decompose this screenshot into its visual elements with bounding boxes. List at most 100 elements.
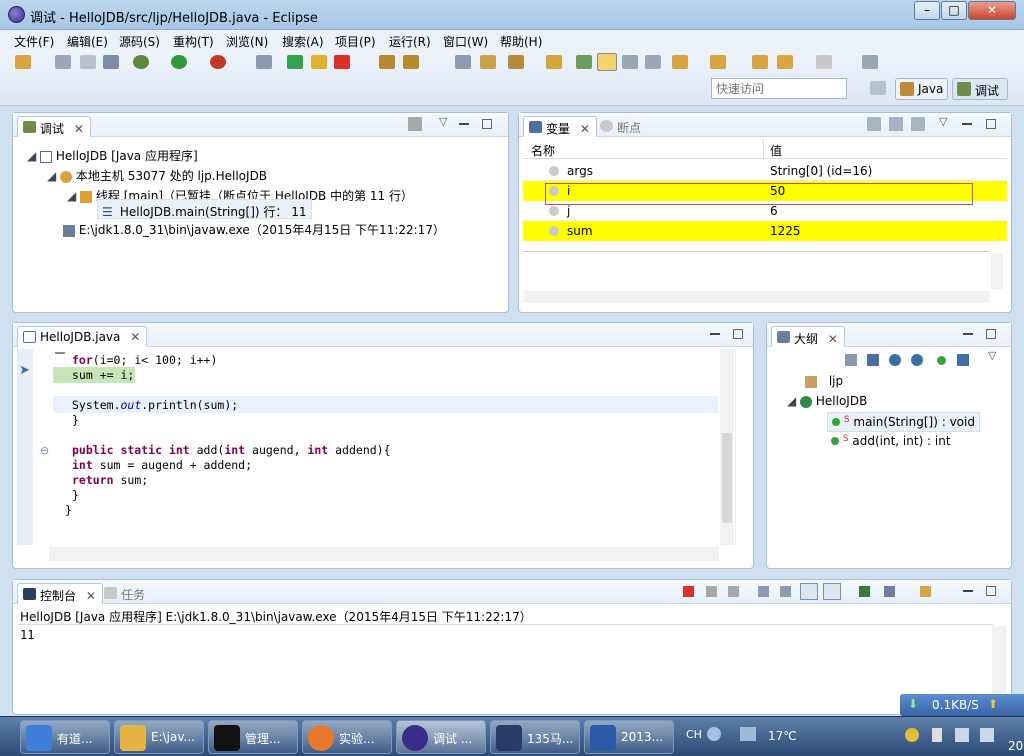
new-icon[interactable]: [15, 55, 31, 69]
block-selection-icon[interactable]: [622, 55, 638, 69]
run-icon[interactable]: [171, 55, 187, 69]
hide-local-types-icon[interactable]: [957, 354, 969, 366]
tab-debug[interactable]: 调试 ✕: [17, 116, 91, 137]
last-edit-location-icon[interactable]: [752, 55, 768, 69]
taskbar-word[interactable]: 2013...: [584, 720, 674, 754]
overview-ruler[interactable]: [735, 349, 749, 545]
view-menu-icon[interactable]: ▽: [988, 349, 996, 362]
menu-help[interactable]: 帮助(H): [500, 33, 542, 50]
code-line[interactable]: for(i=0; i< 100; i++): [72, 353, 217, 367]
tree-item-host[interactable]: ◢ 本地主机 53077 处的 ljp.HelloJDB: [47, 167, 267, 184]
save-all-icon[interactable]: [80, 55, 96, 69]
outline-item-method[interactable]: S add(int, int) : int: [831, 434, 951, 448]
print-icon[interactable]: [103, 55, 119, 69]
menu-source[interactable]: 源码(S): [119, 33, 160, 50]
pin-icon[interactable]: [862, 55, 878, 69]
resume-icon[interactable]: [287, 55, 303, 69]
step-over-icon[interactable]: [403, 55, 419, 69]
step-into-icon[interactable]: [379, 55, 395, 69]
network-speed-widget[interactable]: ⬇ 0.1KB/S ⬆: [900, 694, 1024, 716]
minimize-view-icon[interactable]: [963, 590, 973, 592]
taskbar-eclipse[interactable]: 调试 ...: [396, 720, 486, 754]
menu-window[interactable]: 窗口(W): [443, 33, 488, 50]
collapse-all-icon[interactable]: [889, 117, 903, 131]
menu-run[interactable]: 运行(R): [389, 33, 431, 50]
minimize-view-icon[interactable]: [459, 123, 469, 125]
code-line[interactable]: sum += i;: [72, 368, 134, 382]
detail-pane-divider[interactable]: [523, 251, 989, 252]
code-line[interactable]: }: [65, 503, 72, 517]
save-icon[interactable]: [55, 55, 71, 69]
column-header-value[interactable]: 值: [770, 142, 782, 159]
fold-icon[interactable]: ⊖: [40, 444, 49, 457]
menu-search[interactable]: 搜索(A): [282, 33, 324, 50]
clear-console-icon[interactable]: [758, 586, 769, 597]
close-icon[interactable]: ✕: [86, 589, 96, 603]
remove-launch-icon[interactable]: [706, 586, 717, 597]
minimize-view-icon[interactable]: [962, 123, 972, 125]
remove-terminated-icon[interactable]: [408, 117, 422, 131]
hide-static-icon[interactable]: [911, 354, 923, 366]
close-icon[interactable]: ✕: [580, 122, 590, 136]
ime-icon[interactable]: [707, 727, 721, 741]
weather-icon[interactable]: [740, 727, 756, 741]
taskbar-youdao[interactable]: 有道...: [20, 720, 110, 754]
use-step-filters-icon[interactable]: [480, 55, 496, 69]
column-header-name[interactable]: 名称: [531, 142, 555, 159]
open-console-icon[interactable]: [920, 586, 931, 597]
tab-console[interactable]: 控制台 ✕: [17, 583, 103, 604]
window-titlebar[interactable]: 调试 - HelloJDB/src/ljp/HelloJDB.java - Ec…: [0, 0, 1024, 30]
pin-console-icon[interactable]: [859, 586, 870, 597]
outline-item-method[interactable]: S main(String[]) : void: [827, 412, 980, 432]
search-icon[interactable]: [576, 55, 592, 69]
previous-annotation-icon[interactable]: [710, 55, 726, 69]
hide-fields-icon[interactable]: [889, 354, 901, 366]
scroll-thumb[interactable]: [722, 433, 732, 523]
remove-all-terminated-icon[interactable]: [728, 586, 739, 597]
tab-outline[interactable]: 大纲 ✕: [771, 326, 845, 347]
close-icon[interactable]: ✕: [74, 122, 84, 136]
show-whitespace-icon[interactable]: [645, 55, 661, 69]
editor-horizontal-scrollbar[interactable]: [49, 547, 719, 561]
qq-icon[interactable]: [905, 728, 919, 742]
close-button[interactable]: ✕: [968, 1, 1016, 20]
open-type-icon[interactable]: [508, 55, 524, 69]
clock[interactable]: 20: [1008, 739, 1023, 753]
minimize-view-icon[interactable]: [710, 333, 720, 335]
forward-icon[interactable]: [816, 55, 832, 69]
maximize-view-icon[interactable]: [482, 119, 492, 129]
sort-icon[interactable]: [867, 354, 879, 366]
taskbar-cmd[interactable]: 管理...: [208, 720, 298, 754]
menu-edit[interactable]: 编辑(E): [67, 33, 108, 50]
view-menu-icon[interactable]: ▽: [939, 115, 947, 128]
next-annotation-icon[interactable]: [672, 55, 688, 69]
taskbar-explorer[interactable]: E:\jav...: [114, 720, 204, 754]
hide-nonpublic-icon[interactable]: [937, 356, 946, 365]
perspective-java[interactable]: Java: [895, 78, 949, 100]
code-line[interactable]: public static int add(int augend, int ad…: [72, 443, 391, 457]
tab-variables[interactable]: 变量 ✕: [523, 116, 597, 137]
outline-item-package[interactable]: ljp: [805, 374, 843, 388]
table-row[interactable]: args String[0] (id=16): [523, 161, 1007, 181]
detail-horizontal-scrollbar[interactable]: [523, 291, 989, 303]
outline-item-class[interactable]: ◢ HelloJDB: [787, 394, 867, 408]
taskbar-135[interactable]: 135马...: [490, 720, 580, 754]
open-folder-icon[interactable]: [546, 55, 562, 69]
layout-icon[interactable]: [911, 117, 925, 131]
display-console-icon[interactable]: [884, 586, 895, 597]
code-line[interactable]: System.out.println(sum);: [72, 398, 238, 412]
taskbar-experiment[interactable]: 实验...: [302, 720, 392, 754]
tree-item-app[interactable]: ◢ HelloJDB [Java 应用程序]: [27, 147, 198, 164]
menu-navigate[interactable]: 浏览(N): [226, 33, 268, 50]
mark-occurrences-icon[interactable]: [597, 53, 617, 71]
terminate-icon[interactable]: [683, 586, 694, 597]
maximize-view-icon[interactable]: [986, 329, 996, 339]
suspend-icon[interactable]: [311, 55, 327, 69]
scroll-lock-icon[interactable]: [780, 586, 791, 597]
quick-access-input[interactable]: [711, 78, 847, 99]
volume-icon[interactable]: [955, 728, 969, 742]
back-icon[interactable]: [777, 55, 793, 69]
tab-hellojdb-java[interactable]: HelloJDB.java ✕: [17, 326, 148, 347]
table-row[interactable]: sum 1225: [523, 221, 1007, 241]
external-tools-icon[interactable]: [210, 55, 226, 69]
